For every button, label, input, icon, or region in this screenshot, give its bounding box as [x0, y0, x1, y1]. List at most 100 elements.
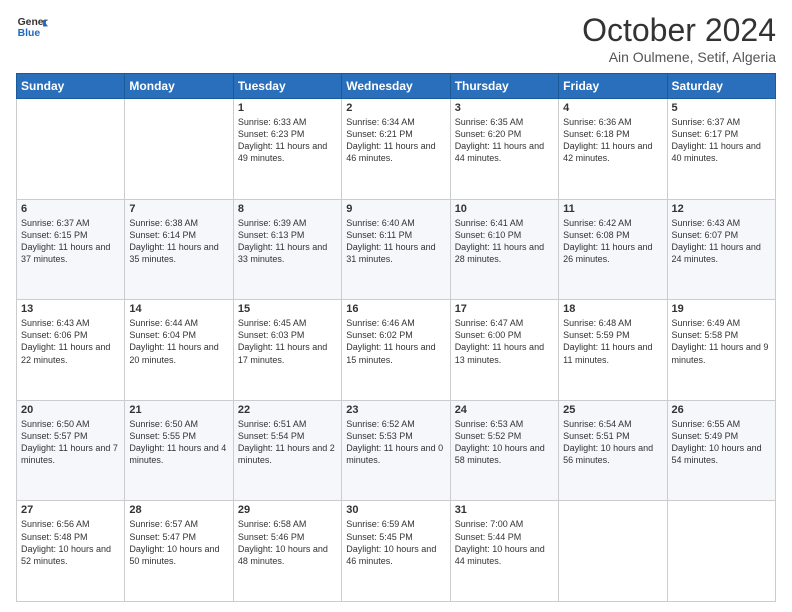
cell-details: Sunrise: 6:38 AM Sunset: 6:14 PM Dayligh…	[129, 217, 228, 266]
calendar-cell: 10 Sunrise: 6:41 AM Sunset: 6:10 PM Dayli…	[450, 199, 558, 300]
day-number: 23	[346, 404, 445, 416]
calendar-header-row: SundayMondayTuesdayWednesdayThursdayFrid…	[17, 74, 776, 99]
weekday-header: Wednesday	[342, 74, 450, 99]
calendar-cell: 9 Sunrise: 6:40 AM Sunset: 6:11 PM Daylig…	[342, 199, 450, 300]
calendar-cell: 16 Sunrise: 6:46 AM Sunset: 6:02 PM Dayli…	[342, 300, 450, 401]
calendar-cell: 23 Sunrise: 6:52 AM Sunset: 5:53 PM Dayli…	[342, 400, 450, 501]
cell-details: Sunrise: 6:58 AM Sunset: 5:46 PM Dayligh…	[238, 518, 337, 567]
cell-details: Sunrise: 6:41 AM Sunset: 6:10 PM Dayligh…	[455, 217, 554, 266]
calendar-cell: 25 Sunrise: 6:54 AM Sunset: 5:51 PM Dayli…	[559, 400, 667, 501]
day-number: 27	[21, 504, 120, 516]
cell-details: Sunrise: 6:36 AM Sunset: 6:18 PM Dayligh…	[563, 116, 662, 165]
calendar-cell: 28Sunrise: 6:57 AM Sunset: 5:47 PM Dayli…	[125, 501, 233, 602]
weekday-header: Monday	[125, 74, 233, 99]
calendar-cell: 8 Sunrise: 6:39 AM Sunset: 6:13 PM Daylig…	[233, 199, 341, 300]
weekday-header: Tuesday	[233, 74, 341, 99]
svg-text:Blue: Blue	[18, 28, 41, 39]
day-number: 30	[346, 504, 445, 516]
cell-details: Sunrise: 6:43 AM Sunset: 6:06 PM Dayligh…	[21, 317, 120, 366]
day-number: 5	[672, 102, 771, 114]
day-number: 1	[238, 102, 337, 114]
cell-details: Sunrise: 6:50 AM Sunset: 5:57 PM Dayligh…	[21, 418, 120, 467]
day-number: 11	[563, 203, 662, 215]
calendar-cell: 19 Sunrise: 6:49 AM Sunset: 5:58 PM Dayli…	[667, 300, 775, 401]
calendar-cell: 11 Sunrise: 6:42 AM Sunset: 6:08 PM Dayli…	[559, 199, 667, 300]
cell-details: Sunrise: 6:34 AM Sunset: 6:21 PM Dayligh…	[346, 116, 445, 165]
calendar-week-row: 27 Sunrise: 6:56 AM Sunset: 5:48 PM Dayli…	[17, 501, 776, 602]
day-number: 9	[346, 203, 445, 215]
day-number: 15	[238, 303, 337, 315]
calendar-cell: 26Sunrise: 6:55 AM Sunset: 5:49 PM Dayli…	[667, 400, 775, 501]
calendar-cell: 2 Sunrise: 6:34 AM Sunset: 6:21 PM Daylig…	[342, 99, 450, 200]
calendar-cell: 27 Sunrise: 6:56 AM Sunset: 5:48 PM Dayli…	[17, 501, 125, 602]
day-number: 20	[21, 404, 120, 416]
day-number: 21	[129, 404, 228, 416]
calendar-cell: 22Sunrise: 6:51 AM Sunset: 5:54 PM Dayli…	[233, 400, 341, 501]
cell-details: Sunrise: 6:47 AM Sunset: 6:00 PM Dayligh…	[455, 317, 554, 366]
cell-details: Sunrise: 6:45 AM Sunset: 6:03 PM Dayligh…	[238, 317, 337, 366]
day-number: 16	[346, 303, 445, 315]
day-number: 19	[672, 303, 771, 315]
cell-details: Sunrise: 6:50 AM Sunset: 5:55 PM Dayligh…	[129, 418, 228, 467]
calendar-cell: 14 Sunrise: 6:44 AM Sunset: 6:04 PM Dayli…	[125, 300, 233, 401]
header: General Blue October 2024 Ain Oulmene, S…	[16, 12, 776, 65]
cell-details: Sunrise: 6:52 AM Sunset: 5:53 PM Dayligh…	[346, 418, 445, 467]
day-number: 2	[346, 102, 445, 114]
calendar-cell: 24Sunrise: 6:53 AM Sunset: 5:52 PM Dayli…	[450, 400, 558, 501]
day-number: 3	[455, 102, 554, 114]
cell-details: Sunrise: 6:49 AM Sunset: 5:58 PM Dayligh…	[672, 317, 771, 366]
calendar-week-row: 1Sunrise: 6:33 AM Sunset: 6:23 PM Daylig…	[17, 99, 776, 200]
day-number: 31	[455, 504, 554, 516]
calendar-cell: 7Sunrise: 6:38 AM Sunset: 6:14 PM Daylig…	[125, 199, 233, 300]
day-number: 18	[563, 303, 662, 315]
cell-details: Sunrise: 6:44 AM Sunset: 6:04 PM Dayligh…	[129, 317, 228, 366]
weekday-header: Sunday	[17, 74, 125, 99]
calendar-cell	[17, 99, 125, 200]
cell-details: Sunrise: 6:51 AM Sunset: 5:54 PM Dayligh…	[238, 418, 337, 467]
weekday-header: Thursday	[450, 74, 558, 99]
calendar-week-row: 6 Sunrise: 6:37 AM Sunset: 6:15 PM Daylig…	[17, 199, 776, 300]
calendar-cell	[667, 501, 775, 602]
calendar-cell: 15 Sunrise: 6:45 AM Sunset: 6:03 PM Dayli…	[233, 300, 341, 401]
cell-details: Sunrise: 6:54 AM Sunset: 5:51 PM Dayligh…	[563, 418, 662, 467]
calendar-cell	[125, 99, 233, 200]
day-number: 17	[455, 303, 554, 315]
day-number: 10	[455, 203, 554, 215]
cell-details: Sunrise: 6:43 AM Sunset: 6:07 PM Dayligh…	[672, 217, 771, 266]
day-number: 29	[238, 504, 337, 516]
day-number: 13	[21, 303, 120, 315]
cell-details: Sunrise: 6:40 AM Sunset: 6:11 PM Dayligh…	[346, 217, 445, 266]
cell-details: Sunrise: 6:39 AM Sunset: 6:13 PM Dayligh…	[238, 217, 337, 266]
calendar-week-row: 20 Sunrise: 6:50 AM Sunset: 5:57 PM Dayli…	[17, 400, 776, 501]
cell-details: Sunrise: 6:42 AM Sunset: 6:08 PM Dayligh…	[563, 217, 662, 266]
calendar-cell: 3 Sunrise: 6:35 AM Sunset: 6:20 PM Daylig…	[450, 99, 558, 200]
calendar-cell: 30 Sunrise: 6:59 AM Sunset: 5:45 PM Dayli…	[342, 501, 450, 602]
day-number: 6	[21, 203, 120, 215]
day-number: 14	[129, 303, 228, 315]
month-title: October 2024	[582, 12, 776, 49]
page: General Blue October 2024 Ain Oulmene, S…	[0, 0, 792, 612]
calendar-cell: 17 Sunrise: 6:47 AM Sunset: 6:00 PM Dayli…	[450, 300, 558, 401]
logo: General Blue	[16, 12, 48, 40]
cell-details: Sunrise: 6:59 AM Sunset: 5:45 PM Dayligh…	[346, 518, 445, 567]
weekday-header: Friday	[559, 74, 667, 99]
calendar-cell: 12Sunrise: 6:43 AM Sunset: 6:07 PM Dayli…	[667, 199, 775, 300]
calendar-cell: 5 Sunrise: 6:37 AM Sunset: 6:17 PM Daylig…	[667, 99, 775, 200]
day-number: 8	[238, 203, 337, 215]
cell-details: Sunrise: 6:37 AM Sunset: 6:17 PM Dayligh…	[672, 116, 771, 165]
cell-details: Sunrise: 6:37 AM Sunset: 6:15 PM Dayligh…	[21, 217, 120, 266]
day-number: 26	[672, 404, 771, 416]
cell-details: Sunrise: 6:46 AM Sunset: 6:02 PM Dayligh…	[346, 317, 445, 366]
calendar-cell: 4 Sunrise: 6:36 AM Sunset: 6:18 PM Daylig…	[559, 99, 667, 200]
calendar-cell: 29 Sunrise: 6:58 AM Sunset: 5:46 PM Dayli…	[233, 501, 341, 602]
day-number: 4	[563, 102, 662, 114]
title-block: October 2024 Ain Oulmene, Setif, Algeria	[582, 12, 776, 65]
cell-details: Sunrise: 6:48 AM Sunset: 5:59 PM Dayligh…	[563, 317, 662, 366]
cell-details: Sunrise: 6:56 AM Sunset: 5:48 PM Dayligh…	[21, 518, 120, 567]
location: Ain Oulmene, Setif, Algeria	[582, 49, 776, 65]
cell-details: Sunrise: 6:35 AM Sunset: 6:20 PM Dayligh…	[455, 116, 554, 165]
day-number: 28	[129, 504, 228, 516]
day-number: 25	[563, 404, 662, 416]
calendar-cell	[559, 501, 667, 602]
weekday-header: Saturday	[667, 74, 775, 99]
